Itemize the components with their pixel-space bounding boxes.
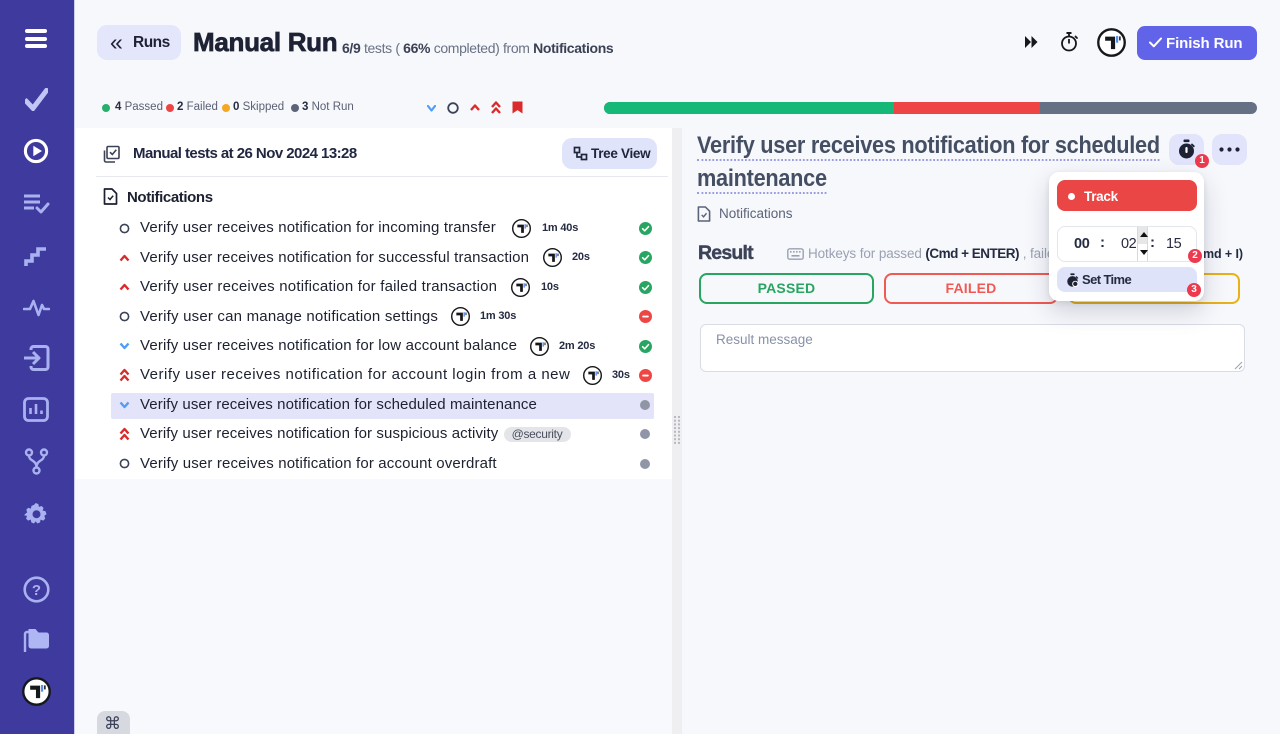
svg-text:?: ?	[32, 582, 41, 599]
